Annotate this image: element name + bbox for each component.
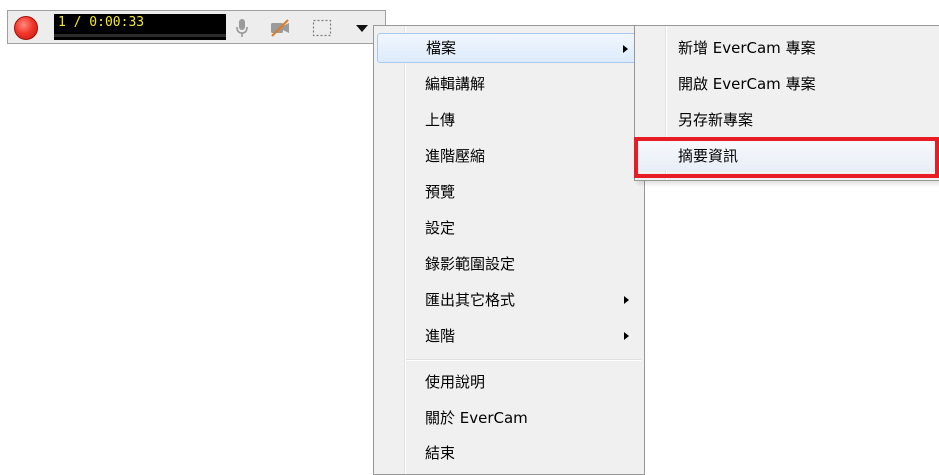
menu-item-exit[interactable]: 結束 [377, 438, 641, 468]
menu-item-label: 預覽 [425, 183, 456, 201]
menu-item-label: 進階壓縮 [425, 147, 486, 165]
submenu-item-open-project[interactable]: 開啟 EverCam 專案 [638, 69, 939, 99]
submenu-item-save-as-project[interactable]: 另存新專案 [638, 105, 939, 135]
file-submenu: 新增 EverCam 專案 開啟 EverCam 專案 另存新專案 摘要資訊 [634, 25, 939, 181]
region-select-icon[interactable] [310, 16, 334, 40]
camera-off-icon[interactable] [268, 16, 292, 40]
recording-timer: 1 / 0:00:33 [54, 14, 226, 40]
timer-text: 1 / 0:00:33 [58, 15, 145, 30]
menu-item-upload[interactable]: 上傳 [377, 105, 641, 135]
submenu-item-new-project[interactable]: 新增 EverCam 專案 [638, 33, 939, 63]
microphone-icon[interactable] [230, 16, 254, 40]
menu-item-label: 關於 EverCam [425, 409, 528, 427]
timer-progress-track [54, 34, 226, 37]
menu-item-label: 新增 EverCam 專案 [678, 39, 816, 57]
menu-item-label: 錄影範圍設定 [425, 255, 516, 273]
menu-item-export-other-formats[interactable]: 匯出其它格式 [377, 285, 641, 315]
menu-item-label: 另存新專案 [678, 111, 754, 129]
menu-item-advanced-compress[interactable]: 進階壓縮 [377, 141, 641, 171]
menu-item-label: 上傳 [425, 111, 456, 129]
menu-item-label: 編輯講解 [425, 75, 486, 93]
menu-item-label: 檔案 [426, 39, 457, 57]
menu-item-label: 使用說明 [425, 373, 486, 391]
submenu-arrow-icon [624, 332, 629, 340]
menu-item-help[interactable]: 使用說明 [377, 367, 641, 397]
submenu-arrow-icon [623, 45, 628, 53]
menu-item-label: 開啟 EverCam 專案 [678, 75, 816, 93]
record-button[interactable] [14, 16, 38, 40]
dropdown-arrow-icon[interactable] [355, 22, 369, 34]
submenu-item-summary-info[interactable]: 摘要資訊 [638, 141, 939, 171]
menu-item-edit-narration[interactable]: 編輯講解 [377, 69, 641, 99]
context-menu: 檔案 編輯講解 上傳 進階壓縮 預覽 設定 錄影範圍設定 匯出其它格式 進階 使… [373, 25, 645, 475]
menu-item-label: 設定 [425, 219, 456, 237]
menu-item-file[interactable]: 檔案 [377, 33, 641, 63]
submenu-arrow-icon [624, 296, 629, 304]
menu-item-record-area-settings[interactable]: 錄影範圍設定 [377, 249, 641, 279]
menu-item-label: 進階 [425, 327, 456, 345]
menu-item-advanced[interactable]: 進階 [377, 321, 641, 351]
menu-item-label: 匯出其它格式 [425, 291, 516, 309]
menu-item-preview[interactable]: 預覽 [377, 177, 641, 207]
menu-item-label: 結束 [425, 444, 456, 462]
menu-item-label: 摘要資訊 [678, 147, 739, 165]
menu-item-about[interactable]: 關於 EverCam [377, 403, 641, 433]
menu-item-settings[interactable]: 設定 [377, 213, 641, 243]
recorder-toolbar: 1 / 0:00:33 [7, 10, 386, 44]
menu-separator [406, 359, 641, 361]
